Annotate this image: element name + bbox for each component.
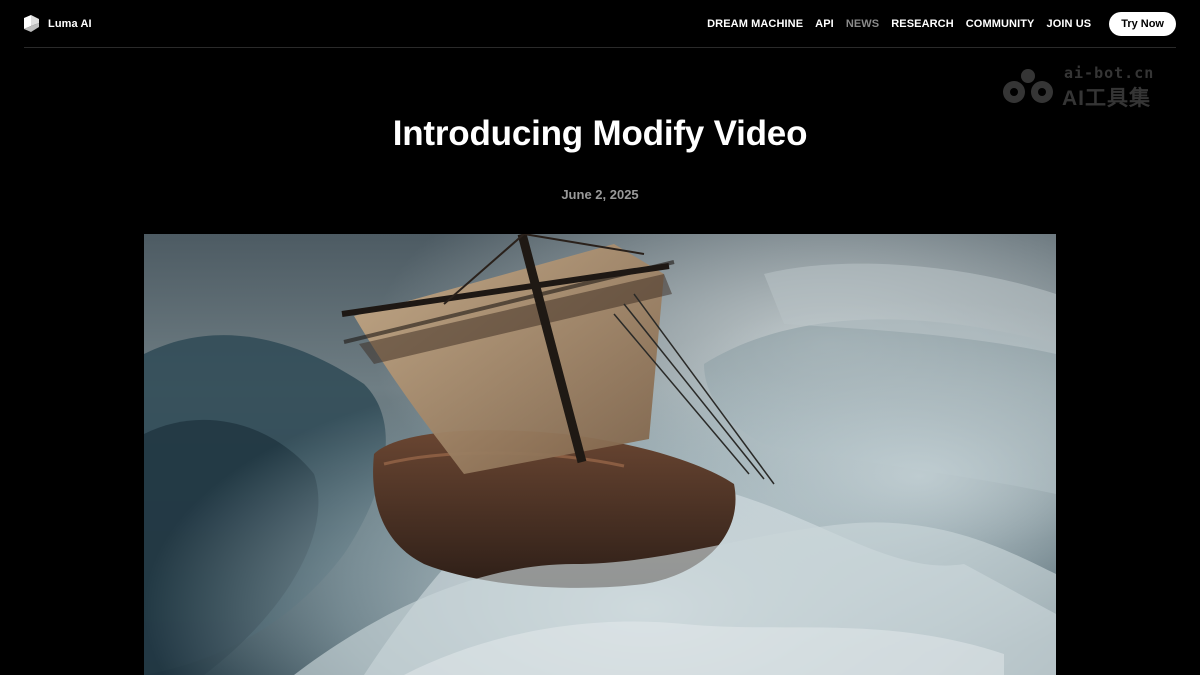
nav-news[interactable]: NEWS (846, 18, 879, 30)
watermark: ai-bot.cn AI工具集 (1000, 64, 1178, 110)
brand-name: Luma AI (48, 17, 92, 30)
watermark-label: AI工具集 (1062, 87, 1151, 110)
nav-api[interactable]: API (815, 18, 834, 30)
luma-logo-icon (24, 15, 39, 32)
top-navigation-bar: Luma AI DREAM MACHINE API NEWS RESEARCH … (24, 0, 1176, 48)
main-nav: DREAM MACHINE API NEWS RESEARCH COMMUNIT… (707, 11, 1176, 36)
try-now-button[interactable]: Try Now (1109, 11, 1176, 36)
nav-research[interactable]: RESEARCH (891, 18, 954, 30)
ai-bot-logo-icon (1003, 69, 1053, 103)
page: Luma AI DREAM MACHINE API NEWS RESEARCH … (0, 0, 1200, 675)
hero-image[interactable] (144, 234, 1056, 675)
nav-community[interactable]: COMMUNITY (966, 18, 1035, 30)
brand-link[interactable]: Luma AI (24, 15, 92, 32)
nav-dream-machine[interactable]: DREAM MACHINE (707, 18, 803, 30)
watermark-domain: ai-bot.cn (1064, 64, 1155, 82)
nav-join-us[interactable]: JOIN US (1046, 18, 1091, 30)
article-date: June 2, 2025 (561, 187, 639, 202)
article-title: Introducing Modify Video (392, 114, 808, 153)
ship-storm-illustration (144, 234, 1056, 675)
